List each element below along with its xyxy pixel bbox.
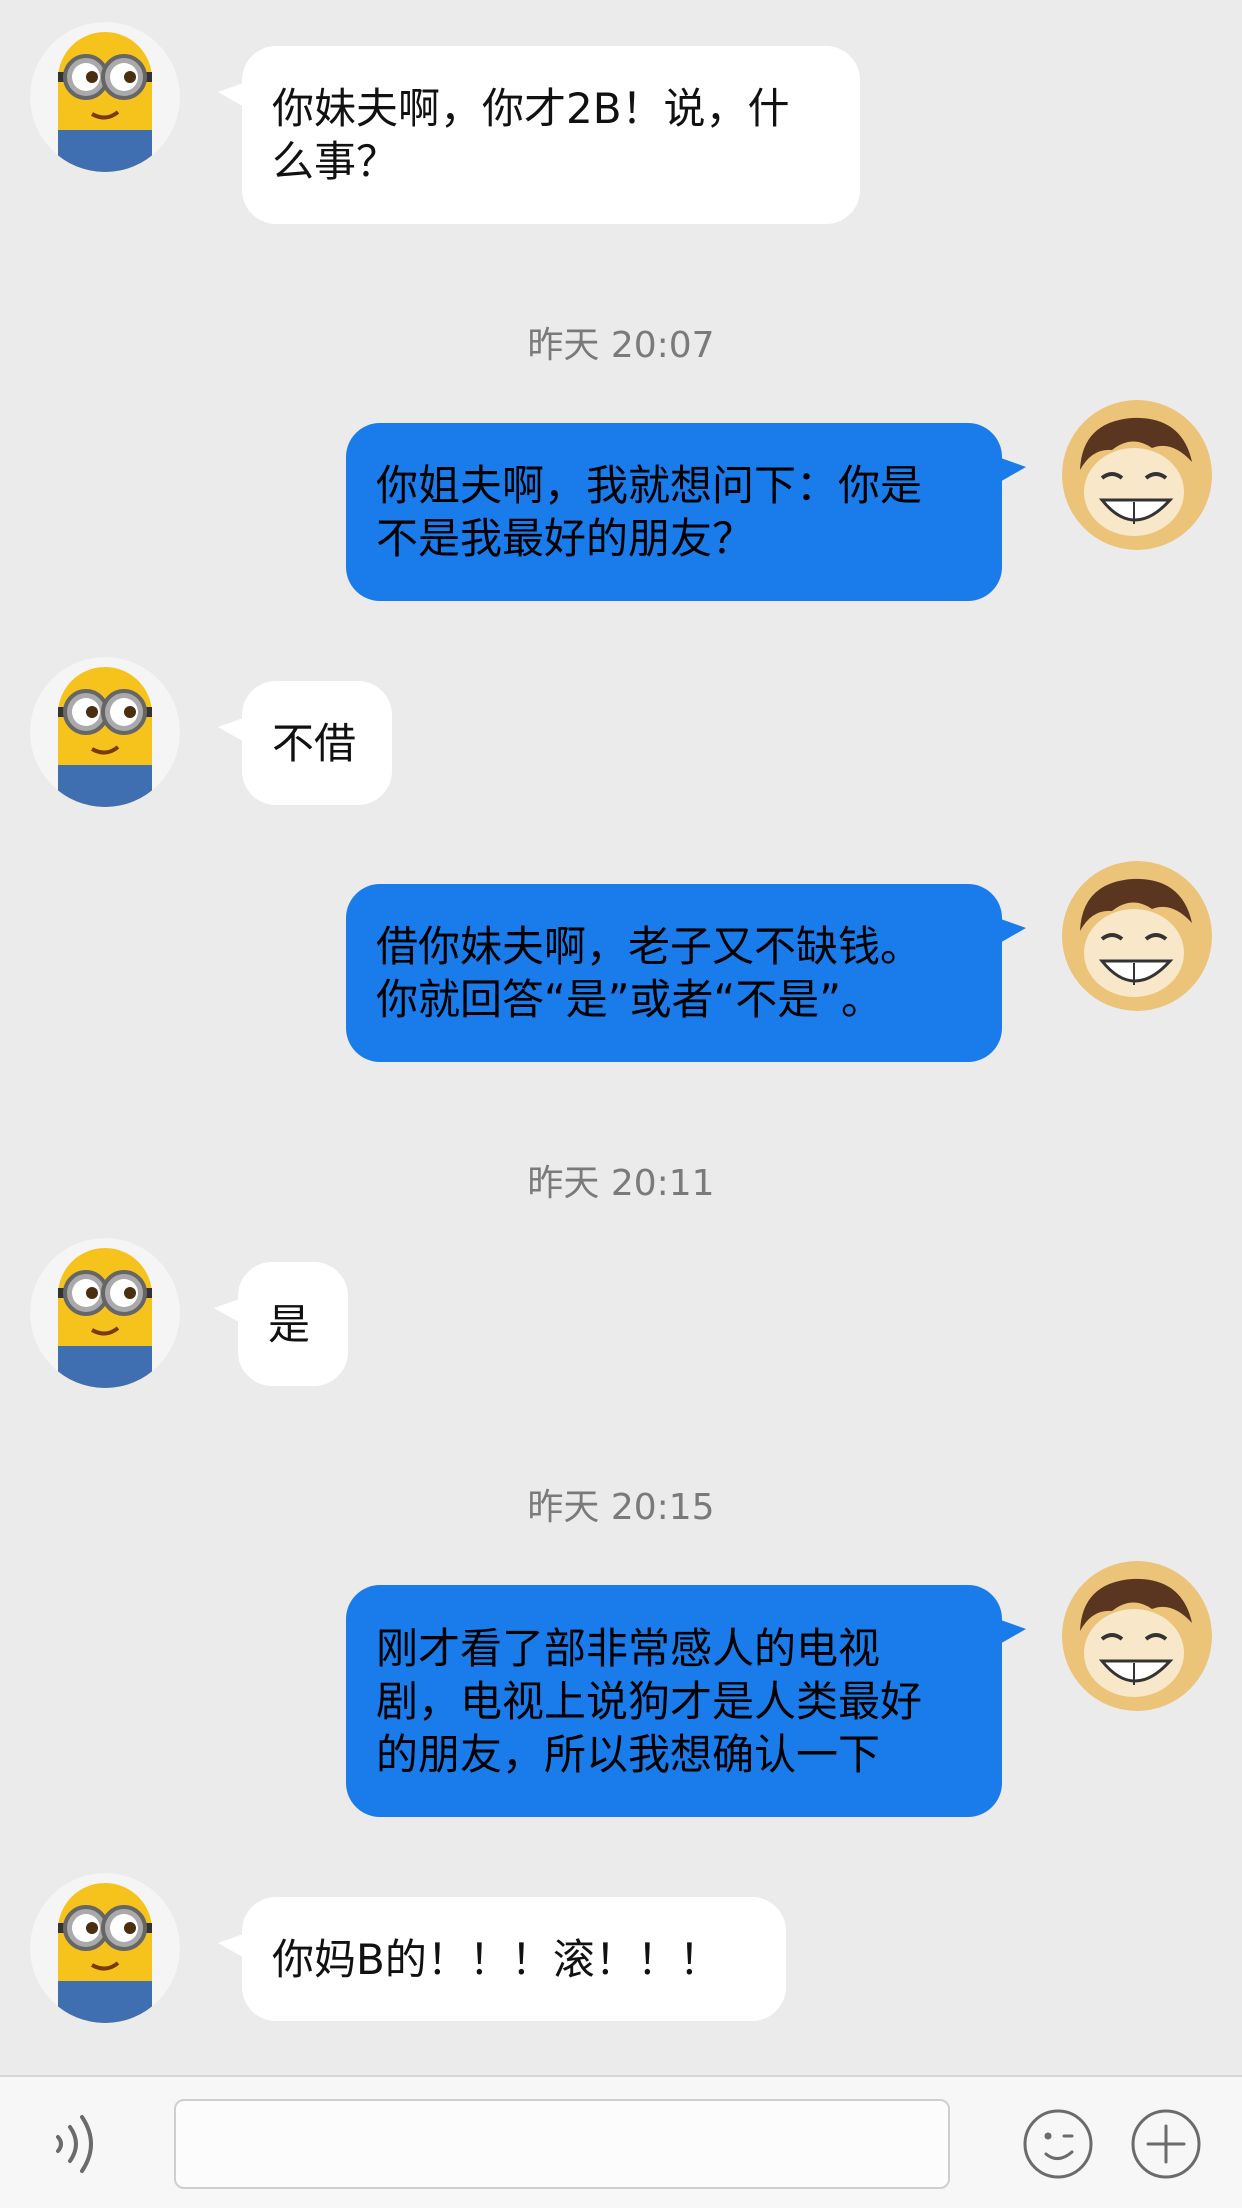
message-input[interactable] bbox=[174, 2099, 950, 2189]
timestamp: 昨天 20:07 bbox=[527, 325, 715, 366]
message-bubble-outgoing[interactable]: 你姐夫啊，我就想问下：你是 不是我最好的朋友？ bbox=[346, 423, 1026, 601]
chat-area[interactable]: 你妹夫啊，你才2B！说，什 么事？ 昨天 20:07 你姐夫啊，我就想问下：你是… bbox=[0, 0, 1242, 2075]
message-text: 借你妹夫啊，老子又不缺钱。 你就回答“是”或者“不是”。 bbox=[376, 922, 923, 1024]
minion-avatar[interactable] bbox=[30, 657, 180, 807]
message-text: 你妹夫啊，你才2B！说，什 么事？ bbox=[272, 84, 790, 186]
user-avatar[interactable] bbox=[1062, 400, 1212, 550]
user-avatar[interactable] bbox=[1062, 1561, 1212, 1711]
input-toolbar bbox=[0, 2075, 1242, 2208]
voice-icon[interactable] bbox=[46, 2109, 106, 2179]
message-text: 你妈B的！！！滚！！！ bbox=[272, 1934, 721, 1984]
message-bubble-incoming[interactable]: 你妹夫啊，你才2B！说，什 么事？ bbox=[218, 46, 860, 224]
message-bubble-incoming[interactable]: 你妈B的！！！滚！！！ bbox=[218, 1897, 786, 2021]
message-bubble-incoming[interactable]: 是 bbox=[214, 1262, 348, 1386]
emoji-icon[interactable] bbox=[1022, 2108, 1094, 2180]
message-text: 你姐夫啊，我就想问下：你是 不是我最好的朋友？ bbox=[376, 461, 923, 563]
message-bubble-incoming[interactable]: 不借 bbox=[218, 681, 392, 805]
minion-avatar[interactable] bbox=[30, 22, 180, 172]
user-avatar[interactable] bbox=[1062, 861, 1212, 1011]
timestamp: 昨天 20:15 bbox=[527, 1487, 715, 1528]
message-text: 是 bbox=[268, 1299, 311, 1349]
message-text: 不借 bbox=[272, 718, 357, 768]
minion-avatar[interactable] bbox=[30, 1238, 180, 1388]
timestamp: 昨天 20:11 bbox=[527, 1163, 715, 1204]
message-text: 刚才看了部非常感人的电视 剧，电视上说狗才是人类最好 的朋友，所以我想确认一下 bbox=[376, 1623, 923, 1779]
message-bubble-outgoing[interactable]: 借你妹夫啊，老子又不缺钱。 你就回答“是”或者“不是”。 bbox=[346, 884, 1026, 1062]
message-bubble-outgoing[interactable]: 刚才看了部非常感人的电视 剧，电视上说狗才是人类最好 的朋友，所以我想确认一下 bbox=[346, 1585, 1026, 1817]
plus-icon[interactable] bbox=[1130, 2108, 1202, 2180]
minion-avatar[interactable] bbox=[30, 1873, 180, 2023]
